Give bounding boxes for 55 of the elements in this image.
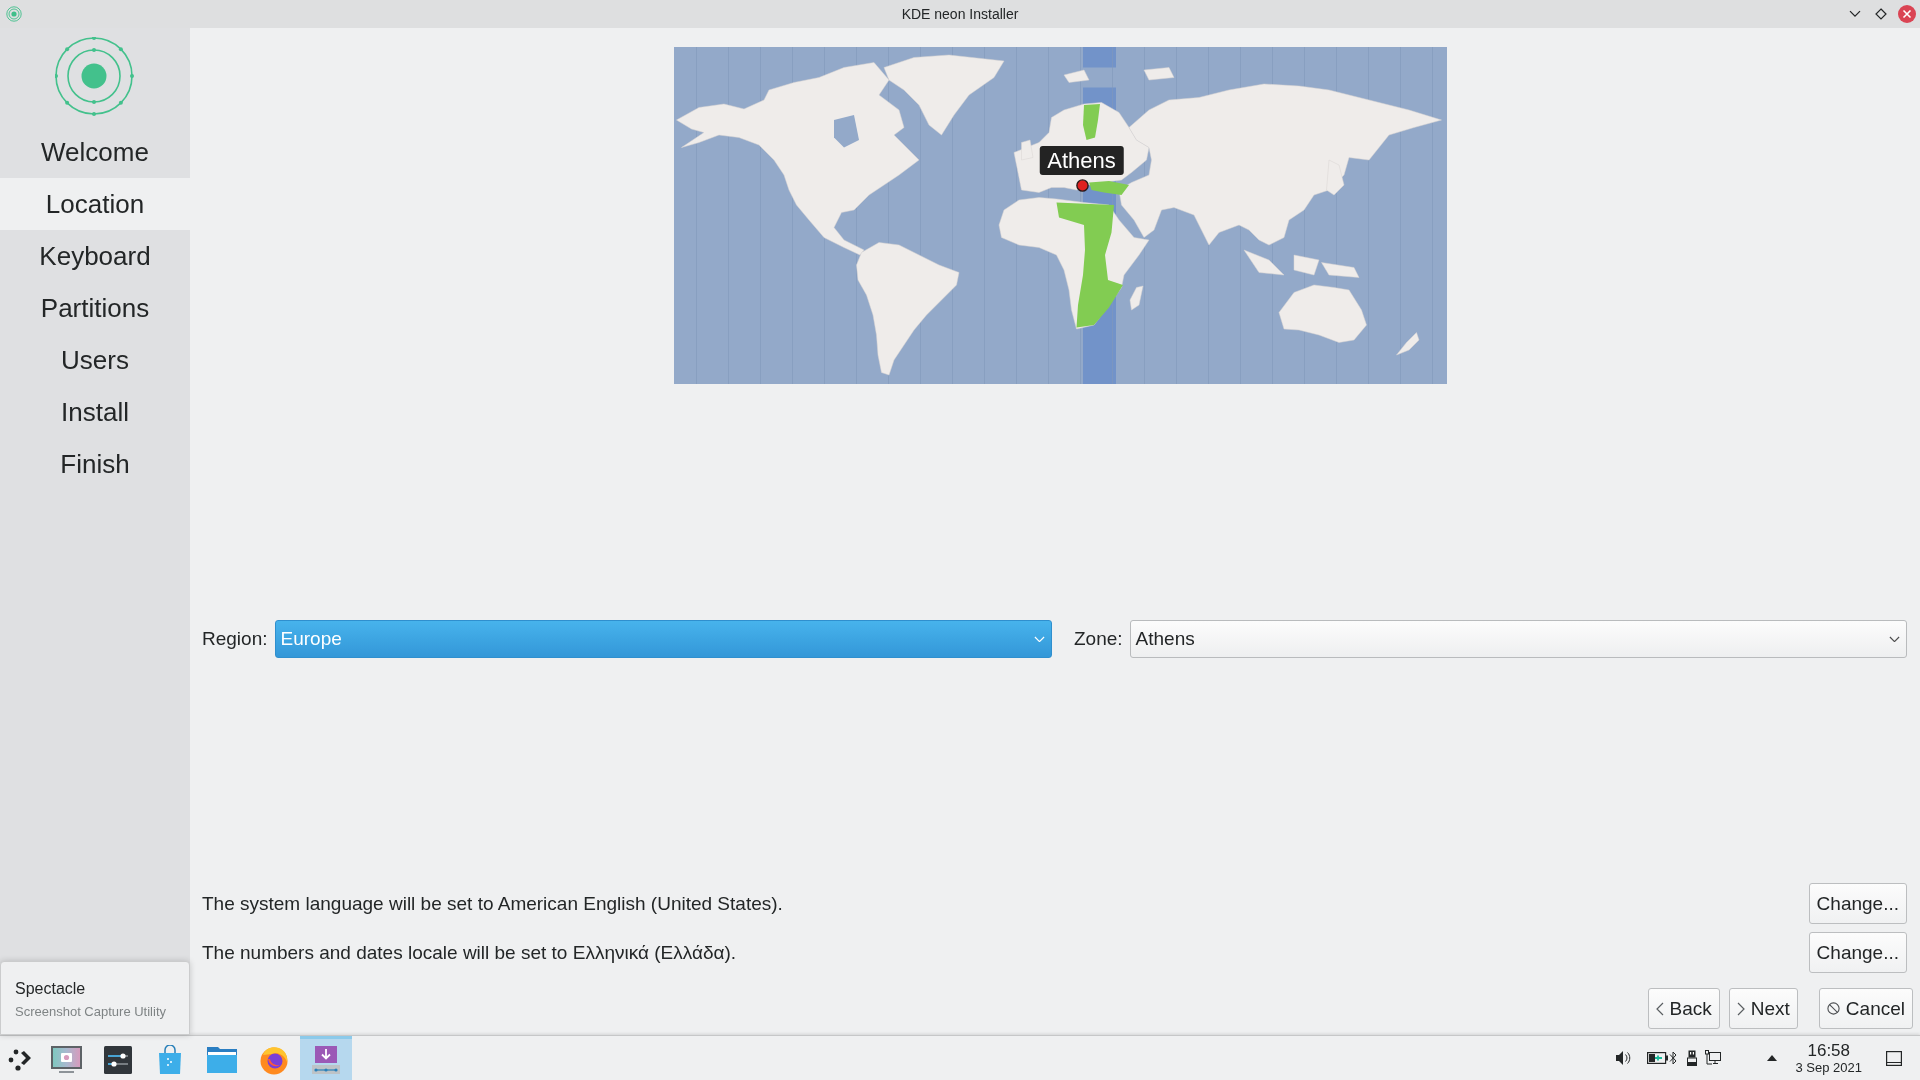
sidebar-item: Keyboard bbox=[38, 239, 152, 273]
tray-button[interactable] bbox=[1767, 1055, 1778, 1061]
locale-text: The system language will be set to American English (United States). bbox=[202, 892, 783, 915]
zone-dropdown[interactable]: Athens bbox=[1129, 620, 1907, 658]
clock-date: 3 Sep 2021 bbox=[1795, 1061, 1862, 1074]
map-label: Athens bbox=[1039, 146, 1124, 175]
sidebar-item: Users bbox=[60, 343, 130, 377]
pin-icon bbox=[1075, 179, 1089, 192]
back-button[interactable]: Back bbox=[1647, 988, 1720, 1029]
next-button[interactable]: Next bbox=[1728, 988, 1798, 1029]
battery-icon bbox=[1647, 1052, 1669, 1064]
tray-button[interactable] bbox=[1647, 1052, 1669, 1064]
field-label: Zone: bbox=[1073, 628, 1123, 650]
sidebar-item: Install bbox=[60, 395, 130, 429]
rings-icon bbox=[6, 6, 22, 22]
diamond-icon bbox=[1875, 8, 1887, 20]
change-button[interactable]: Change... bbox=[1808, 883, 1907, 924]
window-title: KDE neon Installer bbox=[901, 6, 1019, 22]
folder-icon bbox=[207, 1046, 237, 1073]
tray-button[interactable] bbox=[1615, 1050, 1632, 1066]
chevron-down-icon bbox=[1889, 635, 1900, 643]
tooltip-title: Spectacle bbox=[15, 980, 87, 998]
chevron-down-icon bbox=[1033, 635, 1045, 643]
tray-button[interactable] bbox=[1687, 1050, 1698, 1066]
bluetooth-icon bbox=[1669, 1050, 1678, 1066]
close-button[interactable] bbox=[1898, 5, 1916, 23]
download-tray-icon bbox=[312, 1044, 340, 1075]
chevron-down-icon bbox=[1849, 10, 1861, 18]
sliders-icon bbox=[104, 1045, 132, 1074]
camera-monitor-icon bbox=[49, 1044, 83, 1075]
tray-button[interactable] bbox=[1669, 1050, 1678, 1066]
field-label: Region: bbox=[202, 628, 268, 650]
chevron-left-icon bbox=[1655, 1001, 1664, 1016]
chevron-right-icon bbox=[1736, 1001, 1745, 1016]
speaker-icon bbox=[1615, 1050, 1632, 1066]
show-desktop-button[interactable] bbox=[1886, 1050, 1902, 1066]
locale-text: The numbers and dates locale will be set to Ελληνικά (Ελλάδα). bbox=[202, 941, 737, 964]
sidebar-item: Location bbox=[0, 178, 190, 230]
sidebar-item: Finish bbox=[59, 447, 131, 481]
sidebar-item: Partitions bbox=[39, 291, 151, 325]
tray-button[interactable] bbox=[1705, 1050, 1722, 1066]
square-icon bbox=[1886, 1050, 1902, 1066]
usb-drive-icon bbox=[1687, 1050, 1698, 1066]
triangle-up-icon bbox=[1767, 1055, 1778, 1061]
sidebar-item: Welcome bbox=[40, 135, 150, 169]
clock-time: 16:58 bbox=[1807, 1042, 1850, 1059]
tooltip-subtitle: Screenshot Capture Utility bbox=[15, 1004, 167, 1019]
rings-logo-icon bbox=[55, 37, 135, 117]
cancel-button[interactable]: Cancel bbox=[1818, 988, 1913, 1029]
wired-monitor-icon bbox=[1705, 1050, 1722, 1066]
change-button[interactable]: Change... bbox=[1808, 932, 1907, 973]
shopping-bag-icon bbox=[158, 1044, 182, 1075]
flame-globe-icon bbox=[259, 1044, 289, 1075]
close-icon bbox=[1898, 5, 1916, 23]
prohibited-icon bbox=[1826, 1002, 1840, 1015]
